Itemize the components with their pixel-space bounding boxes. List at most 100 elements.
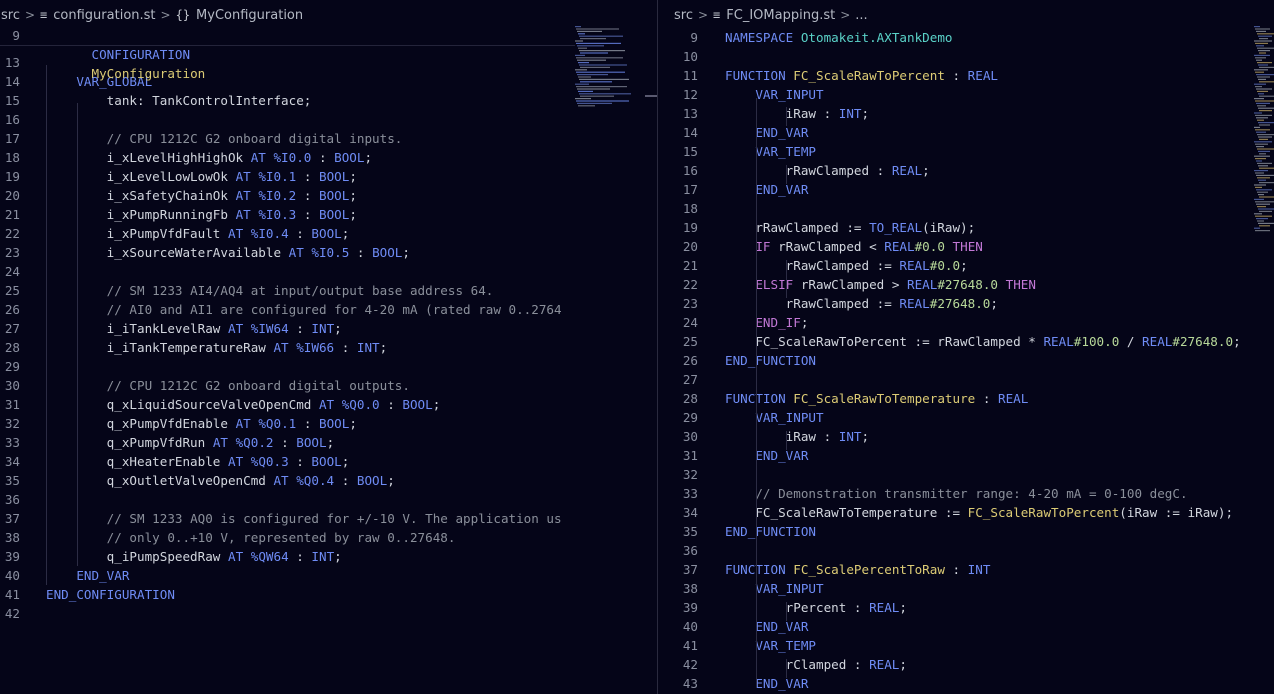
code-line[interactable]: 34 FC_ScaleRawToTemperature := FC_ScaleR…: [658, 503, 1274, 522]
code-line[interactable]: 35 END_FUNCTION: [658, 522, 1274, 541]
code-line[interactable]: 21 rRawClamped := REAL#0.0;: [658, 256, 1274, 275]
code-line[interactable]: 42 rClamped : REAL;: [658, 655, 1274, 674]
code-line[interactable]: 19 i_xLevelLowLowOk AT %I0.1 : BOOL;: [0, 167, 657, 186]
minimap-line: [579, 50, 625, 52]
code-line[interactable]: 22 i_xPumpVfdFault AT %I0.4 : BOOL;: [0, 224, 657, 243]
breadcrumb-symbol[interactable]: MyConfiguration: [194, 8, 305, 23]
code-line[interactable]: 18: [658, 199, 1274, 218]
code-line[interactable]: 15 VAR_TEMP: [658, 142, 1274, 161]
breadcrumb-file[interactable]: configuration.st: [51, 8, 157, 23]
code-token: REAL: [998, 391, 1029, 406]
code-line[interactable]: 25 // SM 1233 AI4/AQ4 at input/output ba…: [0, 281, 657, 300]
line-number: 35: [4, 473, 20, 488]
code-line[interactable]: 9 NAMESPACE Otomakeit.AXTankDemo: [658, 28, 1274, 47]
code-line[interactable]: 10: [658, 47, 1274, 66]
code-line[interactable]: 27 i_iTankLevelRaw AT %IW64 : INT;: [0, 319, 657, 338]
code-line[interactable]: 29: [0, 357, 657, 376]
code-line[interactable]: 20 IF rRawClamped < REAL#0.0 THEN: [658, 237, 1274, 256]
code-line[interactable]: 39 q_iPumpSpeedRaw AT %QW64 : INT;: [0, 547, 657, 566]
code-token: ;: [899, 600, 907, 615]
code-line[interactable]: 28 i_iTankTemperatureRaw AT %IW66 : INT;: [0, 338, 657, 357]
code-line[interactable]: 40 END_VAR: [0, 566, 657, 585]
code-line[interactable]: 21 i_xPumpRunningFb AT %I0.3 : BOOL;: [0, 205, 657, 224]
minimap-left[interactable]: [575, 26, 645, 108]
code-line[interactable]: 41 END_CONFIGURATION: [0, 585, 657, 604]
code-line[interactable]: 38 // only 0..+10 V, represented by raw …: [0, 528, 657, 547]
code-line[interactable]: 13 iRaw : INT;: [658, 104, 1274, 123]
code-line[interactable]: 35 q_xOutletValveOpenCmd AT %Q0.4 : BOOL…: [0, 471, 657, 490]
sticky-scroll-header[interactable]: 9 CONFIGURATION MyConfiguration: [0, 26, 575, 81]
code-line[interactable]: 26 // AI0 and AI1 are configured for 4-2…: [0, 300, 657, 319]
code-line[interactable]: 43 END_VAR: [658, 674, 1274, 693]
code-line[interactable]: 40 END_VAR: [658, 617, 1274, 636]
breadcrumb-src[interactable]: src: [0, 8, 22, 23]
code-line[interactable]: 31 q_xLiquidSourceValveOpenCmd AT %Q0.0 …: [0, 395, 657, 414]
code-line[interactable]: 11 FUNCTION FC_ScaleRawToPercent : REAL: [658, 66, 1274, 85]
code-line[interactable]: 38 VAR_INPUT: [658, 579, 1274, 598]
code-token: IF: [755, 239, 771, 254]
code-line[interactable]: 19 rRawClamped := TO_REAL(iRaw);: [658, 218, 1274, 237]
code-line[interactable]: 37 // SM 1233 AQ0 is configured for +/-1…: [0, 509, 657, 528]
code-token: REAL: [884, 239, 915, 254]
breadcrumb-src[interactable]: src: [672, 8, 695, 23]
code-line[interactable]: 23 rRawClamped := REAL#27648.0;: [658, 294, 1274, 313]
code-line[interactable]: 28 FUNCTION FC_ScaleRawToTemperature : RE…: [658, 389, 1274, 408]
minimap-line: [1259, 153, 1266, 155]
code-line[interactable]: 14 END_VAR: [658, 123, 1274, 142]
code-line[interactable]: 17 END_VAR: [658, 180, 1274, 199]
code-line[interactable]: 26 END_FUNCTION: [658, 351, 1274, 370]
code-token: BOOL: [318, 169, 350, 184]
code-line[interactable]: 32 q_xPumpVfdEnable AT %Q0.1 : BOOL;: [0, 414, 657, 433]
indent-guide: [77, 103, 78, 566]
code-token: AT: [250, 150, 266, 165]
code-line[interactable]: 22 ELSIF rRawClamped > REAL#27648.0 THEN: [658, 275, 1274, 294]
code-line[interactable]: 30 iRaw : INT;: [658, 427, 1274, 446]
code-line[interactable]: 36: [0, 490, 657, 509]
code-line[interactable]: 33 q_xPumpVfdRun AT %Q0.2 : BOOL;: [0, 433, 657, 452]
code-line[interactable]: 27: [658, 370, 1274, 389]
minimap-line: [1259, 38, 1268, 40]
breadcrumb-more[interactable]: ...: [853, 8, 869, 23]
code-line[interactable]: 20 i_xSafetyChainOk AT %I0.2 : BOOL;: [0, 186, 657, 205]
minimap-right[interactable]: [1254, 26, 1274, 236]
code-line[interactable]: 12 VAR_INPUT: [658, 85, 1274, 104]
code-line[interactable]: 24 END_IF;: [658, 313, 1274, 332]
minimap-line: [579, 93, 631, 95]
breadcrumb-file[interactable]: FC_IOMapping.st: [724, 8, 837, 23]
code-token: iRaw :: [725, 106, 839, 121]
line-number: 31: [682, 448, 698, 463]
line-number: 10: [682, 49, 698, 64]
code-line[interactable]: 18 i_xLevelHighHighOk AT %I0.0 : BOOL;: [0, 148, 657, 167]
code-line[interactable]: 36: [658, 541, 1274, 560]
code-line[interactable]: 41 VAR_TEMP: [658, 636, 1274, 655]
code-line[interactable]: 23 i_xSourceWaterAvailable AT %I0.5 : BO…: [0, 243, 657, 262]
code-line[interactable]: 39 rPercent : REAL;: [658, 598, 1274, 617]
code-line[interactable]: 37 FUNCTION FC_ScalePercentToRaw : INT: [658, 560, 1274, 579]
code-line[interactable]: 42: [0, 604, 657, 623]
editor-pane-right: src > ≡ FC_IOMapping.st > ... 9 NAMESPACE…: [658, 0, 1274, 694]
code-line[interactable]: 32: [658, 465, 1274, 484]
code-text: i_iTankLevelRaw AT %IW64 : INT;: [46, 319, 342, 338]
code-line[interactable]: 16: [0, 110, 657, 129]
code-token: AT: [212, 435, 228, 450]
code-line[interactable]: 34 q_xHeaterEnable AT %Q0.3 : BOOL;: [0, 452, 657, 471]
code-line[interactable]: 31 END_VAR: [658, 446, 1274, 465]
scrollbar-thumb[interactable]: [645, 95, 657, 97]
code-token: ;: [899, 657, 907, 672]
minimap-line: [1256, 74, 1274, 76]
code-text: END_IF;: [725, 313, 808, 332]
code-line[interactable]: 33 // Demonstration transmitter range: 4…: [658, 484, 1274, 503]
code-token: (iRaw := iRaw);: [1119, 505, 1234, 520]
code-line[interactable]: 29 VAR_INPUT: [658, 408, 1274, 427]
code-line[interactable]: 30 // CPU 1212C G2 onboard digital outpu…: [0, 376, 657, 395]
minimap-line: [1255, 42, 1268, 44]
code-line[interactable]: 16 rRawClamped : REAL;: [658, 161, 1274, 180]
code-line[interactable]: 17 // CPU 1212C G2 onboard digital input…: [0, 129, 657, 148]
line-number: 21: [682, 258, 698, 273]
code-token: :: [341, 340, 357, 355]
code-token: q_xPumpVfdEnable: [46, 416, 236, 431]
code-line[interactable]: 25 FC_ScaleRawToPercent := rRawClamped *…: [658, 332, 1274, 351]
code-line[interactable]: 24: [0, 262, 657, 281]
